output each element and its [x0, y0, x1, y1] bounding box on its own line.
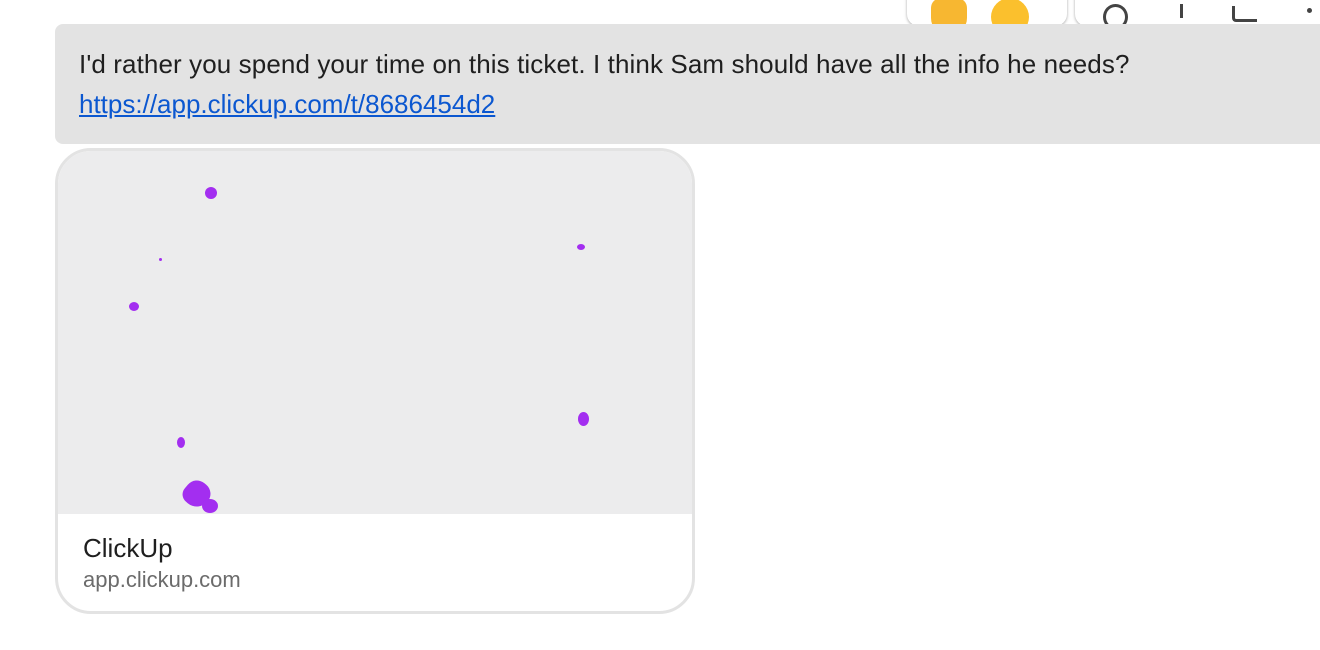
link-preview-image [58, 151, 692, 514]
paint-splat [129, 302, 139, 311]
reply-in-thread-icon[interactable] [1232, 6, 1257, 22]
message-bubble: I'd rather you spend your time on this t… [55, 24, 1320, 144]
link-preview-footer: ClickUp app.clickup.com [58, 514, 692, 595]
quick-reactions-bar [907, 0, 1067, 36]
paint-splat [578, 412, 589, 426]
link-preview-card[interactable]: ClickUp app.clickup.com [55, 148, 695, 614]
link-preview-title: ClickUp [83, 533, 173, 563]
paint-splat [177, 437, 185, 448]
message-link[interactable]: https://app.clickup.com/t/8686454d2 [79, 84, 495, 124]
paint-splat [205, 187, 217, 199]
chat-message-view: I'd rather you spend your time on this t… [0, 0, 1320, 650]
paint-splat [577, 244, 585, 250]
message-actions-bar [1075, 0, 1320, 30]
link-preview-domain: app.clickup.com [83, 567, 241, 592]
paint-splat [202, 499, 218, 513]
message-text: I'd rather you spend your time on this t… [79, 49, 1130, 79]
paint-splat [159, 258, 162, 261]
